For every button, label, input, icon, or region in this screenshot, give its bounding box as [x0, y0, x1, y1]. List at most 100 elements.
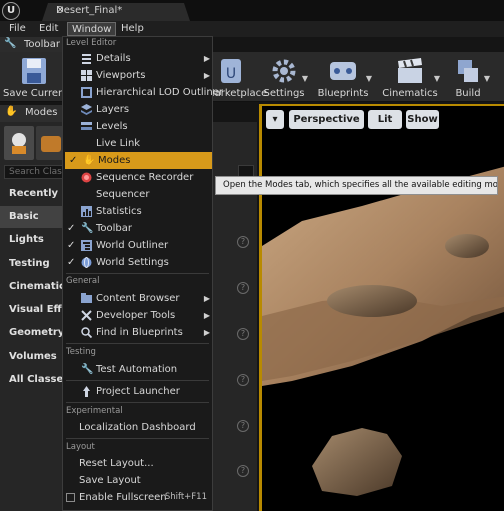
- chevron-down-icon: ▼: [433, 74, 440, 83]
- menu-item-sequence-recorder[interactable]: Sequence Recorder: [63, 169, 212, 186]
- globe-icon: [81, 257, 92, 268]
- menu-separator: [66, 380, 209, 381]
- menu-item-label: Find in Blueprints: [96, 327, 183, 338]
- modes-tab-icon: ✋: [5, 106, 18, 117]
- settings-button[interactable]: Settings ▼: [262, 54, 308, 100]
- viewport-options-button[interactable]: ▾: [266, 110, 284, 129]
- menu-item-layers[interactable]: Layers: [63, 101, 212, 118]
- checkmark-icon: ✓: [67, 240, 76, 251]
- menu-item-details[interactable]: Details ▶: [63, 50, 212, 67]
- category-testing[interactable]: Testing: [0, 253, 66, 275]
- help-icon[interactable]: ?: [237, 465, 249, 477]
- document-tab[interactable]: Desert_Final* ✕: [42, 3, 190, 21]
- category-all-classes[interactable]: All Classes: [0, 369, 66, 391]
- build-button[interactable]: Build ▼: [448, 54, 490, 100]
- menu-item-label: Details: [96, 53, 131, 64]
- menu-item-statistics[interactable]: Statistics: [63, 203, 212, 220]
- wrench-icon: 🔧: [81, 364, 94, 375]
- menu-bar: File Edit Window Help: [0, 21, 504, 37]
- level-viewport[interactable]: ▾ Perspective Lit Show: [259, 104, 504, 511]
- svg-text:U: U: [226, 66, 236, 82]
- menu-item-label: Developer Tools: [96, 310, 176, 321]
- category-geometry[interactable]: Geometry: [0, 322, 66, 344]
- menu-item-live-link[interactable]: Live Link: [63, 135, 212, 152]
- content-browser-icon: [81, 293, 92, 303]
- lit-button[interactable]: Lit: [368, 110, 402, 129]
- menu-item-content-browser[interactable]: Content Browser ▶: [63, 290, 212, 307]
- menu-item-label: Levels: [96, 121, 128, 132]
- menu-item-modes[interactable]: ✓ ✋ Modes: [65, 152, 212, 169]
- help-icon[interactable]: ?: [237, 236, 249, 248]
- category-cinematic[interactable]: Cinematic: [0, 276, 66, 298]
- menu-item-label: Project Launcher: [96, 386, 180, 397]
- wrench-icon: 🔧: [4, 38, 17, 49]
- menu-item-world-settings[interactable]: ✓ World Settings: [63, 254, 212, 271]
- find-icon: [81, 327, 92, 338]
- modes-tab[interactable]: ✋ Modes: [0, 105, 64, 122]
- checkmark-icon: ✓: [69, 155, 78, 166]
- help-icon[interactable]: ?: [237, 374, 249, 386]
- category-volumes[interactable]: Volumes: [0, 346, 66, 368]
- menu-item-reset-layout[interactable]: Reset Layout...: [63, 455, 212, 472]
- marketplace-icon: U: [221, 59, 241, 83]
- category-basic[interactable]: Basic: [0, 206, 66, 228]
- developer-tools-icon: [81, 310, 92, 321]
- menu-item-label: Live Link: [96, 138, 141, 149]
- record-icon: [81, 172, 92, 183]
- menu-item-viewports[interactable]: Viewports ▶: [63, 67, 212, 84]
- cinematics-button[interactable]: Cinematics ▼: [382, 54, 440, 100]
- place-mode-icon[interactable]: [4, 126, 34, 160]
- menu-separator: [66, 273, 209, 274]
- unreal-logo-icon[interactable]: U: [2, 2, 20, 20]
- help-icon[interactable]: ?: [237, 282, 249, 294]
- menu-item-label: Layers: [96, 104, 130, 115]
- menu-item-levels[interactable]: Levels: [63, 118, 212, 135]
- layout-header: Layout: [66, 442, 95, 452]
- fullscreen-checkbox[interactable]: [66, 493, 75, 502]
- modes-tooltip: Open the Modes tab, which specifies all …: [215, 176, 498, 195]
- menu-item-test-automation[interactable]: 🔧 Test Automation: [63, 361, 212, 378]
- menu-item-hlod-outliner[interactable]: Hierarchical LOD Outliner: [63, 84, 223, 101]
- menu-file[interactable]: File: [5, 22, 30, 36]
- menu-item-label: Enable Fullscreen: [79, 492, 167, 503]
- menu-item-sequencer[interactable]: Sequencer: [63, 186, 212, 203]
- chevron-down-icon: ▼: [483, 74, 490, 83]
- wrench-icon: 🔧: [81, 223, 94, 234]
- save-current-button[interactable]: Save Current: [3, 54, 68, 100]
- menu-item-localization-dashboard[interactable]: Localization Dashboard: [63, 419, 212, 436]
- menu-item-save-layout[interactable]: Save Layout: [63, 472, 212, 489]
- perspective-button[interactable]: Perspective: [289, 110, 364, 129]
- menu-item-project-launcher[interactable]: Project Launcher: [63, 383, 212, 400]
- perspective-label: Perspective: [293, 114, 360, 125]
- blueprints-button[interactable]: Blueprints ▼: [316, 54, 372, 100]
- menu-item-label: Hierarchical LOD Outliner: [96, 87, 224, 98]
- window-menu: Level Editor Details ▶ Viewports ▶ Hiera…: [62, 36, 223, 511]
- help-icon[interactable]: ?: [237, 420, 249, 432]
- toolbar-tab[interactable]: 🔧 Toolbar: [0, 37, 66, 52]
- submenu-arrow-icon: ▶: [203, 71, 210, 80]
- experimental-header: Experimental: [66, 406, 123, 416]
- close-icon[interactable]: ✕: [56, 5, 182, 16]
- menu-help[interactable]: Help: [117, 22, 148, 36]
- show-button[interactable]: Show: [406, 110, 439, 129]
- menu-item-enable-fullscreen[interactable]: Enable Fullscreen Shift+F11: [63, 489, 212, 506]
- search-classes-input[interactable]: Search Classes: [4, 165, 66, 179]
- menu-item-toolbar[interactable]: ✓ 🔧 Toolbar: [63, 220, 212, 237]
- help-icon[interactable]: ?: [237, 328, 249, 340]
- menu-window[interactable]: Window: [67, 22, 117, 36]
- menu-item-developer-tools[interactable]: Developer Tools ▶: [63, 307, 212, 324]
- menu-edit[interactable]: Edit: [35, 22, 62, 36]
- menu-item-world-outliner[interactable]: ✓ World Outliner: [63, 237, 212, 254]
- category-visual-effects[interactable]: Visual Effects: [0, 299, 66, 321]
- category-recently-placed[interactable]: Recently Placed: [0, 183, 66, 205]
- clapperboard-icon: [398, 58, 422, 83]
- menu-item-label: Modes: [98, 155, 131, 166]
- viewports-icon: [81, 70, 92, 81]
- blueprint-icon: [330, 62, 356, 80]
- submenu-arrow-icon: ▶: [203, 311, 210, 320]
- category-lights[interactable]: Lights: [0, 229, 66, 251]
- details-icon: [82, 54, 91, 64]
- shortcut-label: Shift+F11: [164, 492, 207, 502]
- chevron-down-icon: ▼: [365, 74, 372, 83]
- menu-item-find-in-blueprints[interactable]: Find in Blueprints ▶: [63, 324, 212, 341]
